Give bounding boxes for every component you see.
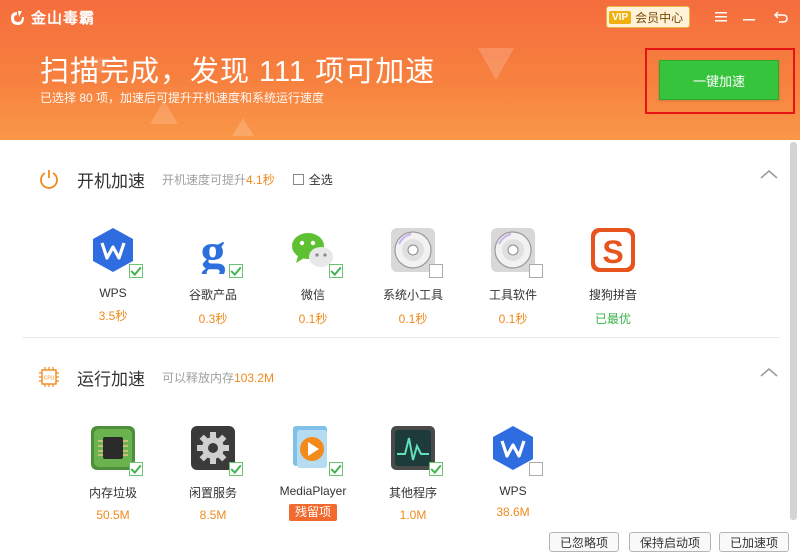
scan-result-title: 扫描完成，发现 111 项可加速	[40, 56, 436, 88]
scrollbar[interactable]	[790, 142, 797, 520]
runtime-item-memory[interactable]: 内存垃圾 50.5M	[68, 424, 158, 522]
sogou-icon: S	[589, 226, 637, 274]
item-value: 0.1秒	[398, 312, 428, 326]
select-all-label: 全选	[308, 172, 333, 187]
runtime-hint: 可以释放内存103.2M	[162, 369, 274, 386]
item-value: 0.3秒	[198, 312, 228, 326]
runtime-section-header: CPU 运行加速 可以释放内存103.2M	[38, 364, 274, 390]
checkbox-box	[292, 173, 304, 185]
item-value: 已最优	[594, 312, 631, 326]
svg-text:CPU: CPU	[44, 376, 55, 382]
startup-item-tool-software[interactable]: 工具软件 0.1秒	[468, 226, 558, 327]
startup-item-wechat[interactable]: 微信 0.1秒	[268, 226, 358, 327]
collapse-chevron-icon[interactable]	[760, 366, 778, 378]
app-brand: 金山毒霸	[8, 7, 95, 28]
collapse-chevron-icon[interactable]	[760, 168, 778, 180]
wps-icon	[489, 424, 543, 476]
select-all-checkbox[interactable]: 全选	[292, 171, 333, 188]
item-value: 0.1秒	[298, 312, 328, 326]
back-button[interactable]	[770, 6, 792, 28]
item-checkbox[interactable]	[329, 264, 343, 278]
decor-triangle	[232, 118, 254, 136]
runtime-item-idle-services[interactable]: 闲置服务 8.5M	[168, 424, 258, 522]
item-label: 谷歌产品	[188, 288, 237, 302]
item-label: 工具软件	[488, 288, 537, 302]
accelerated-items-button[interactable]: 已加速项	[719, 532, 790, 552]
vip-center-label: 会员中心	[635, 10, 684, 25]
item-value: 38.6M	[496, 505, 530, 519]
gear-icon	[189, 424, 243, 476]
item-checkbox[interactable]	[229, 264, 243, 278]
runtime-section-title: 运行加速	[77, 369, 145, 389]
section-divider	[22, 337, 780, 338]
svg-text:g: g	[201, 226, 226, 274]
wechat-icon	[289, 226, 343, 278]
item-label: WPS	[99, 286, 127, 300]
vip-center-button[interactable]: VIP 会员中心	[606, 6, 691, 28]
item-label: 搜狗拼音	[588, 288, 637, 302]
vip-badge: VIP	[609, 10, 632, 24]
google-icon: g	[189, 226, 243, 278]
menu-button[interactable]	[710, 6, 732, 28]
item-checkbox[interactable]	[529, 264, 543, 278]
decor-triangle	[478, 48, 514, 80]
keep-startup-button[interactable]: 保持启动项	[629, 532, 712, 552]
item-label: 闲置服务	[188, 486, 237, 500]
startup-hint-value: 4.1秒	[246, 172, 275, 187]
startup-item-system-tools[interactable]: 系统小工具 0.1秒	[368, 226, 458, 327]
item-checkbox[interactable]	[129, 264, 143, 278]
item-value: 8.5M	[199, 508, 227, 522]
residual-tag: 残留项	[288, 504, 337, 521]
disc-icon	[489, 226, 543, 278]
item-value: 0.1秒	[498, 312, 528, 326]
item-label: MediaPlayer	[279, 484, 347, 498]
disc-icon	[389, 226, 443, 278]
item-checkbox[interactable]	[529, 462, 543, 476]
item-value: 3.5秒	[98, 309, 128, 323]
cpu-icon: CPU	[38, 366, 60, 388]
item-label: 其他程序	[388, 486, 437, 500]
item-checkbox[interactable]	[329, 462, 343, 476]
item-value: 50.5M	[96, 508, 130, 522]
app-logo-icon	[11, 10, 24, 25]
runtime-item-wps[interactable]: WPS 38.6M	[468, 424, 558, 519]
menu-icon	[715, 12, 727, 22]
item-checkbox[interactable]	[129, 462, 143, 476]
item-checkbox[interactable]	[429, 264, 443, 278]
minimize-button[interactable]	[738, 6, 760, 28]
wps-icon	[89, 226, 143, 278]
item-checkbox[interactable]	[229, 462, 243, 476]
scan-result-subtitle: 已选择 80 项，加速后可提升开机速度和系统运行速度	[40, 91, 325, 105]
runtime-item-other-programs[interactable]: 其他程序 1.0M	[368, 424, 458, 522]
runtime-hint-text: 可以释放内存	[162, 370, 235, 385]
media-player-icon	[289, 424, 343, 476]
item-label: WPS	[499, 484, 527, 498]
memory-chip-icon	[89, 424, 143, 476]
item-label: 内存垃圾	[88, 486, 137, 500]
item-checkbox[interactable]	[429, 462, 443, 476]
startup-item-wps[interactable]: WPS 3.5秒	[68, 226, 158, 324]
startup-section-header: 开机加速 开机速度可提升4.1秒 全选	[38, 166, 333, 192]
ignored-items-button[interactable]: 已忽略项	[549, 532, 620, 552]
startup-section-title: 开机加速	[77, 171, 145, 191]
runtime-hint-value: 103.2M	[234, 370, 275, 385]
app-name: 金山毒霸	[31, 10, 96, 27]
monitor-icon	[389, 424, 443, 476]
power-icon	[38, 168, 60, 190]
startup-hint-text: 开机速度可提升	[162, 172, 247, 187]
runtime-item-mediaplayer[interactable]: MediaPlayer 残留项	[268, 424, 358, 521]
item-value: 1.0M	[399, 508, 427, 522]
startup-item-sogou[interactable]: S 搜狗拼音 已最优	[568, 226, 658, 327]
startup-item-google[interactable]: g 谷歌产品 0.3秒	[168, 226, 258, 327]
startup-hint: 开机速度可提升4.1秒	[162, 171, 275, 188]
item-label: 系统小工具	[382, 288, 443, 302]
one-click-accelerate-button[interactable]: 一键加速	[659, 60, 779, 100]
back-arrow-icon	[774, 11, 788, 23]
minimize-icon	[743, 19, 755, 21]
item-label: 微信	[300, 288, 325, 302]
svg-text:S: S	[602, 234, 623, 270]
